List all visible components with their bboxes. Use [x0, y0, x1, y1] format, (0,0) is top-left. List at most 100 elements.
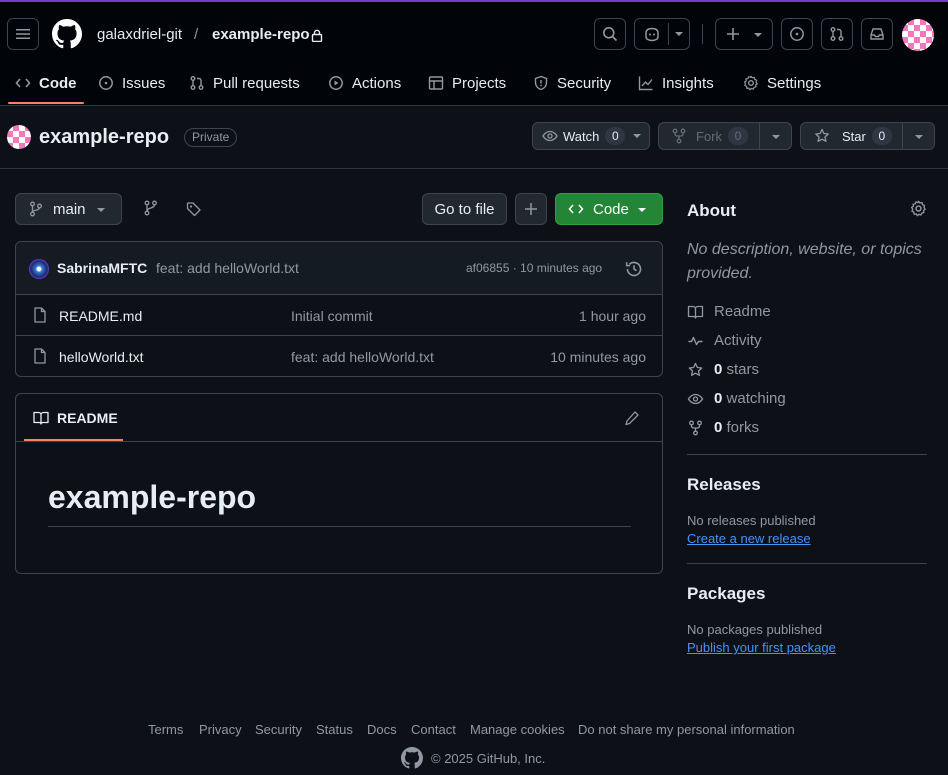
fork-count: 0	[728, 127, 748, 145]
owner-avatar[interactable]	[7, 125, 31, 149]
pulse-icon	[687, 333, 704, 349]
chevron-down-icon	[96, 207, 106, 213]
menu-button[interactable]	[7, 18, 39, 50]
footer-link-cookies[interactable]: Manage cookies	[470, 722, 565, 737]
gear-icon[interactable]	[910, 200, 927, 217]
chevron-down-icon	[637, 207, 647, 213]
github-logo-icon[interactable]	[401, 747, 423, 769]
commit-message[interactable]: feat: add helloWorld.txt	[156, 260, 299, 276]
tab-projects[interactable]: Projects	[428, 62, 506, 104]
activity-link[interactable]: Activity	[687, 332, 762, 349]
forks-link[interactable]: 0 forks	[687, 419, 759, 436]
branch-icon	[29, 201, 43, 217]
code-dropdown-button[interactable]: Code	[555, 193, 663, 225]
tab-label: Issues	[122, 74, 166, 92]
watching-label: watching	[726, 390, 786, 407]
issue-icon	[789, 26, 805, 42]
readme-tab[interactable]: README	[24, 394, 123, 442]
sidebar-divider	[687, 563, 927, 564]
chevron-down-icon[interactable]	[674, 31, 684, 37]
go-to-file-label: Go to file	[434, 200, 495, 218]
active-tab-indicator	[8, 102, 84, 104]
plus-icon	[725, 26, 741, 42]
tab-label: Settings	[767, 74, 822, 92]
tab-security[interactable]: Security	[533, 62, 611, 104]
readme-link[interactable]: Readme	[687, 303, 771, 320]
breadcrumb-separator: /	[194, 26, 199, 43]
tab-label: Code	[39, 74, 77, 92]
repo-header: example-repo Private Watch 0 Fork 0 Star…	[0, 107, 948, 169]
file-name[interactable]: helloWorld.txt	[59, 349, 144, 365]
create-new-button[interactable]	[715, 18, 773, 50]
watch-button[interactable]: Watch 0	[532, 122, 650, 150]
star-button[interactable]: Star 0	[800, 122, 935, 150]
watching-link[interactable]: 0 watching	[687, 390, 786, 407]
sidebar-divider	[687, 454, 927, 455]
footer-link-security[interactable]: Security	[255, 722, 302, 737]
footer-copyright: © 2025 GitHub, Inc.	[431, 751, 546, 766]
tab-actions[interactable]: Actions	[328, 62, 401, 104]
chevron-down-icon[interactable]	[771, 134, 781, 140]
releases-title[interactable]: Releases	[687, 475, 761, 495]
commit-author-avatar[interactable]	[29, 259, 49, 279]
pull-requests-button[interactable]	[821, 18, 853, 50]
tab-insights[interactable]: Insights	[638, 62, 714, 104]
copilot-icon	[643, 26, 661, 42]
hamburger-icon	[15, 26, 31, 42]
tag-icon[interactable]	[186, 201, 202, 217]
search-button[interactable]	[594, 18, 626, 50]
user-avatar[interactable]	[902, 19, 934, 51]
table-row[interactable]: helloWorld.txt feat: add helloWorld.txt …	[16, 336, 662, 377]
history-icon[interactable]	[625, 260, 643, 278]
file-commit-time: 10 minutes ago	[550, 349, 646, 365]
pull-request-icon	[829, 26, 845, 42]
packages-title[interactable]: Packages	[687, 584, 765, 604]
add-file-button[interactable]	[515, 193, 547, 225]
eye-icon	[687, 391, 704, 407]
plus-icon	[524, 202, 538, 216]
table-row[interactable]: README.md Initial commit 1 hour ago	[16, 295, 662, 336]
tab-label: Pull requests	[213, 74, 300, 92]
repo-title[interactable]: example-repo	[39, 126, 169, 149]
table-icon	[428, 75, 444, 91]
commit-author[interactable]: SabrinaMFTC	[57, 260, 147, 276]
github-logo-icon[interactable]	[52, 19, 82, 49]
readme-heading: example-repo	[48, 478, 631, 527]
latest-commit-bar: SabrinaMFTC feat: add helloWorld.txt af0…	[16, 242, 662, 295]
breadcrumb-repo[interactable]: example-repo	[212, 26, 310, 43]
pencil-icon[interactable]	[624, 410, 640, 426]
tab-code[interactable]: Code	[15, 62, 77, 104]
readme-tab-underline	[24, 439, 123, 441]
file-commit-time: 1 hour ago	[579, 308, 646, 324]
file-icon	[33, 348, 47, 364]
readme-header: README	[16, 394, 662, 442]
tab-issues[interactable]: Issues	[98, 62, 165, 104]
footer-link-privacy[interactable]: Privacy	[199, 722, 242, 737]
publish-package-link[interactable]: Publish your first package	[687, 640, 836, 655]
footer-link-terms[interactable]: Terms	[148, 722, 183, 737]
file-commit-message[interactable]: Initial commit	[291, 308, 373, 324]
branch-select[interactable]: main	[15, 193, 122, 225]
go-to-file-button[interactable]: Go to file	[422, 193, 507, 225]
breadcrumb-owner[interactable]: galaxdriel-git	[97, 26, 182, 43]
commit-meta[interactable]: af06855 · 10 minutes ago	[466, 261, 602, 275]
tab-settings[interactable]: Settings	[743, 62, 821, 104]
footer-link-docs[interactable]: Docs	[367, 722, 397, 737]
branches-icon[interactable]	[143, 200, 159, 216]
fork-button[interactable]: Fork 0	[658, 122, 792, 150]
copilot-button[interactable]	[634, 18, 690, 50]
issues-button[interactable]	[781, 18, 813, 50]
star-count: 0	[871, 127, 892, 145]
chevron-down-icon[interactable]	[914, 134, 924, 140]
footer-link-status[interactable]: Status	[316, 722, 353, 737]
create-release-link[interactable]: Create a new release	[687, 531, 811, 546]
footer-link-contact[interactable]: Contact	[411, 722, 456, 737]
file-commit-message[interactable]: feat: add helloWorld.txt	[291, 349, 434, 365]
branch-name: main	[53, 200, 86, 218]
file-name[interactable]: README.md	[59, 308, 142, 324]
tab-pull-requests[interactable]: Pull requests	[189, 62, 300, 104]
footer-link-do-not-share[interactable]: Do not share my personal information	[578, 722, 795, 737]
inbox-button[interactable]	[861, 18, 893, 50]
watching-count: 0	[714, 390, 723, 407]
stars-link[interactable]: 0 stars	[687, 361, 759, 378]
